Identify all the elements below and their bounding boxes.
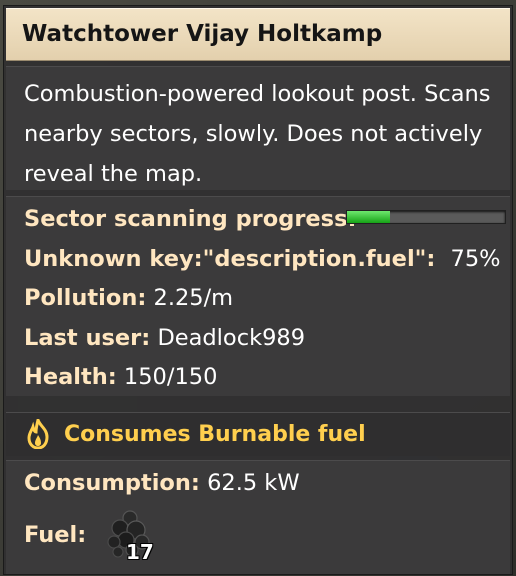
stats-section: Sector scanning progress: Unknown key:"d…: [6, 196, 510, 396]
tooltip-title-bar: Watchtower Vijay Holtkamp: [6, 8, 510, 61]
pollution-value: 2.25/m: [153, 285, 234, 311]
fuel-label: Fuel:: [24, 522, 87, 548]
pollution-row: Pollution: 2.25/m: [24, 283, 233, 313]
scanning-progress-row: Sector scanning progress:: [24, 204, 356, 234]
fuel-count: 17: [126, 540, 154, 564]
health-value: 150/150: [123, 364, 218, 390]
scanning-progress-label: Sector scanning progress:: [24, 206, 357, 232]
last-user-value: Deadlock989: [157, 325, 306, 351]
last-user-row: Last user: Deadlock989: [24, 323, 305, 353]
health-label: Health:: [24, 364, 117, 390]
fuel-description-label: Unknown key:"description.fuel":: [24, 246, 436, 272]
scanning-progress-fill: [347, 211, 390, 223]
pollution-label: Pollution:: [24, 285, 147, 311]
flame-icon: [27, 419, 49, 449]
consumes-row: Consumes Burnable fuel: [24, 419, 366, 449]
consumption-row: Consumption: 62.5 kW: [24, 468, 300, 498]
health-row: Health: 150/150: [24, 362, 217, 392]
consumes-section: Consumes Burnable fuel: [6, 412, 510, 456]
consumes-label: Consumes Burnable fuel: [64, 421, 366, 447]
last-user-label: Last user:: [24, 325, 151, 351]
fuel-row: Fuel:: [24, 520, 86, 550]
consumption-label: Consumption:: [24, 470, 200, 496]
entity-description: Combustion-powered lookout post. Scans n…: [24, 81, 491, 187]
fuel-description-row: Unknown key:"description.fuel": 75%: [24, 244, 501, 274]
scanning-progress-bar: [346, 210, 506, 224]
fuel-description-value: 75%: [450, 246, 501, 272]
energy-section: Consumption: 62.5 kW Fuel: 17: [6, 460, 510, 574]
consumption-value: 62.5 kW: [207, 470, 300, 496]
description-section: Combustion-powered lookout post. Scans n…: [6, 66, 510, 190]
entity-title: Watchtower Vijay Holtkamp: [22, 21, 383, 47]
